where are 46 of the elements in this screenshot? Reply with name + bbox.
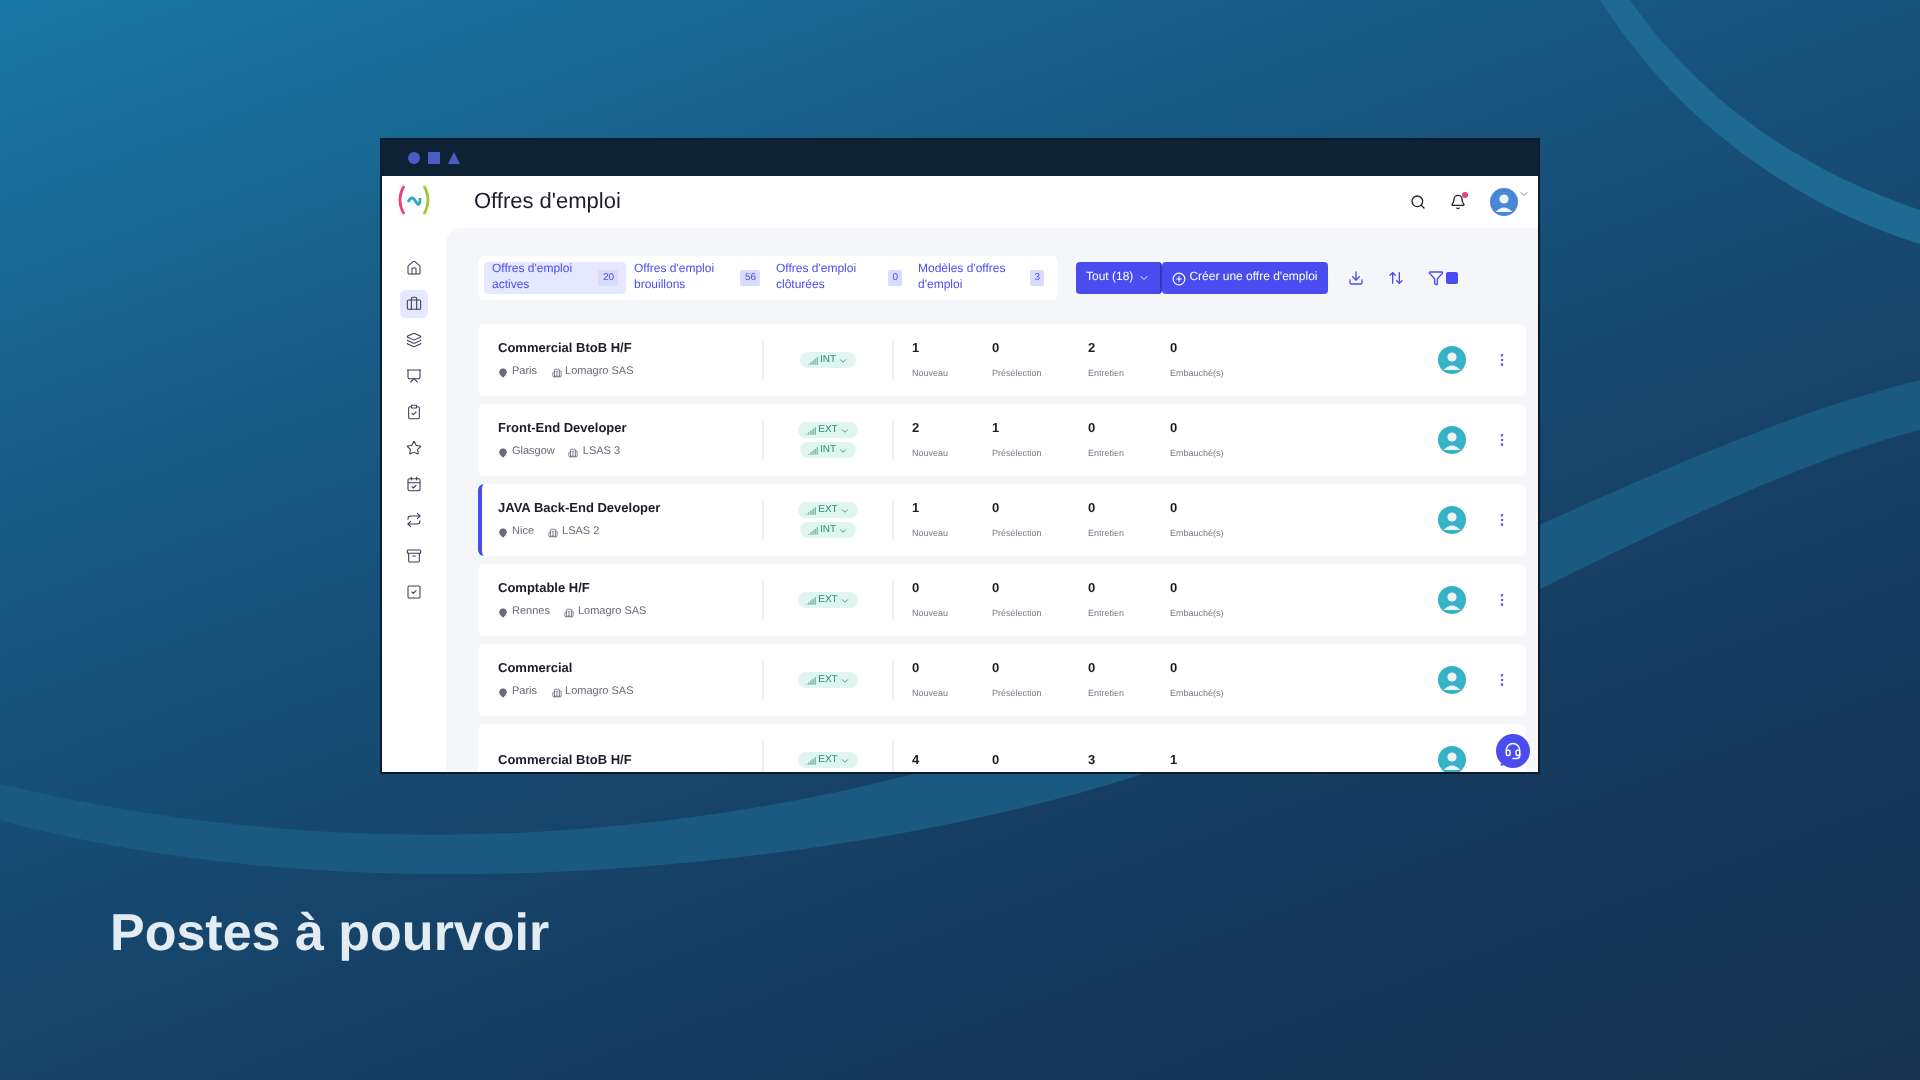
window-title: Offres d'emploi — [474, 190, 623, 214]
filter-icon[interactable] — [1427, 270, 1458, 286]
circle-icon — [408, 152, 420, 164]
building-icon — [548, 527, 559, 537]
building-icon — [551, 687, 562, 697]
location-pin-icon — [498, 527, 508, 537]
chevron-down-icon — [1518, 188, 1530, 200]
signal-icon — [806, 675, 817, 685]
chevron-down-icon — [1137, 272, 1150, 284]
chevron-down-icon — [839, 595, 850, 605]
recruiter-avatar — [1438, 746, 1466, 772]
signal-icon — [807, 445, 818, 455]
slide-heading: Postes à pourvoir — [110, 902, 552, 964]
chevron-down-icon — [838, 355, 849, 365]
download-icon[interactable] — [1347, 270, 1364, 286]
chevron-down-icon — [839, 675, 850, 685]
search-icon[interactable] — [1410, 194, 1426, 210]
avatar-icon — [1490, 188, 1518, 216]
recruiter-avatar — [1438, 426, 1466, 454]
signal-icon — [806, 755, 817, 765]
location-pin-icon — [498, 687, 508, 697]
bell-icon[interactable] — [1450, 194, 1466, 210]
recruiter-avatar — [1438, 506, 1466, 534]
recruiter-avatar — [1438, 586, 1466, 614]
signal-icon — [807, 525, 818, 535]
building-icon — [568, 447, 579, 457]
location-pin-icon — [498, 447, 508, 457]
sort-icon[interactable] — [1387, 270, 1404, 286]
building-icon — [563, 607, 574, 617]
plus-icon — [1171, 271, 1186, 285]
signal-icon — [806, 595, 817, 605]
chevron-down-icon — [839, 755, 850, 765]
location-pin-icon — [498, 607, 508, 617]
recruiter-avatar — [1438, 666, 1466, 694]
headset-icon — [1504, 742, 1522, 760]
signal-icon — [807, 355, 818, 365]
signal-icon — [806, 425, 817, 435]
logo-icon — [396, 184, 432, 216]
square-icon — [428, 152, 440, 164]
triangle-icon — [448, 152, 460, 164]
recruiter-avatar — [1438, 346, 1466, 374]
location-pin-icon — [498, 367, 508, 377]
briefcase-icon[interactable] — [400, 290, 428, 318]
profile-menu[interactable] — [1490, 188, 1530, 216]
building-icon — [551, 367, 562, 377]
signal-icon — [806, 505, 817, 515]
